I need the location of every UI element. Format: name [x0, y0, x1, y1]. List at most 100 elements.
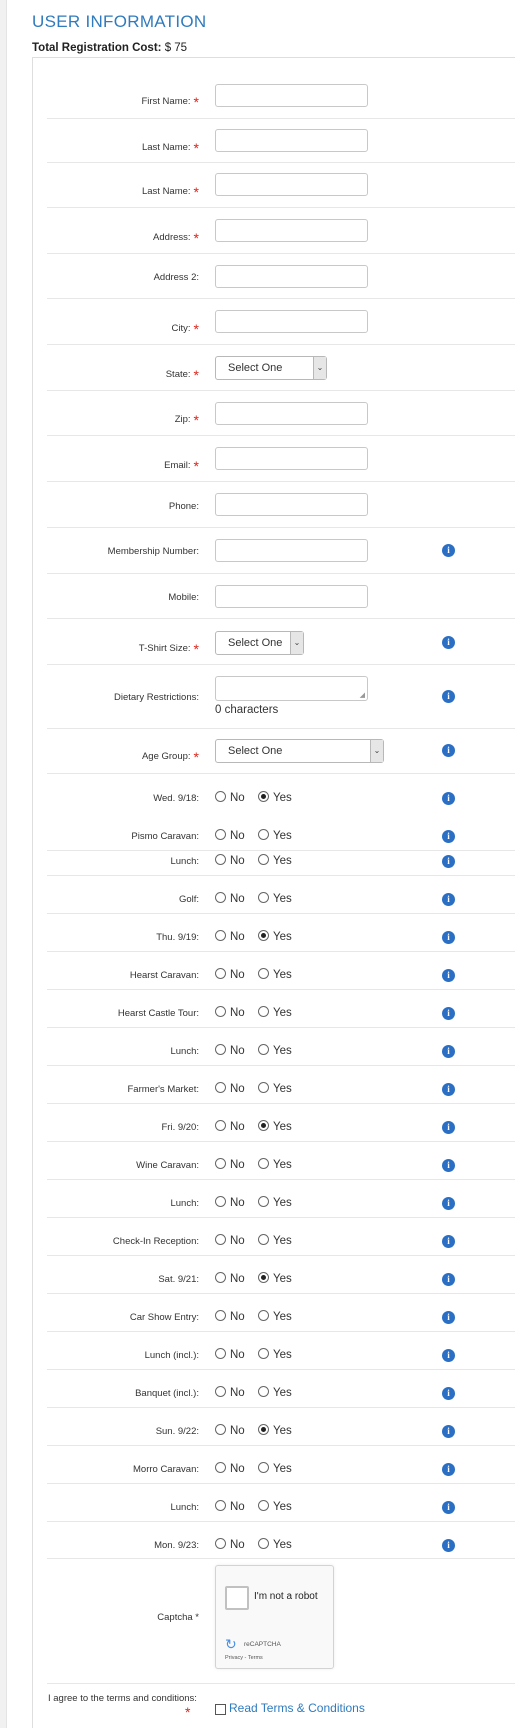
radio-circle-icon[interactable]: [215, 968, 226, 979]
dietary-textarea[interactable]: ◢: [215, 676, 368, 701]
radio-yes[interactable]: Yes: [258, 1158, 292, 1171]
radio-circle-icon[interactable]: [215, 1006, 226, 1017]
radio-no[interactable]: No: [215, 791, 245, 804]
radio-yes[interactable]: Yes: [258, 1462, 292, 1475]
radio-yes[interactable]: Yes: [258, 1310, 292, 1323]
info-icon[interactable]: i: [442, 1425, 455, 1438]
radio-circle-icon[interactable]: [258, 854, 269, 865]
radio-no[interactable]: No: [215, 1006, 245, 1019]
radio-circle-icon[interactable]: [215, 1120, 226, 1131]
radio-yes[interactable]: Yes: [258, 1538, 292, 1551]
radio-yes[interactable]: Yes: [258, 1006, 292, 1019]
radio-circle-icon[interactable]: [258, 1006, 269, 1017]
radio-circle-icon[interactable]: [215, 1158, 226, 1169]
address2-input[interactable]: [215, 265, 368, 288]
radio-circle-icon[interactable]: [215, 1082, 226, 1093]
radio-yes[interactable]: Yes: [258, 1348, 292, 1361]
radio-yes[interactable]: Yes: [258, 854, 292, 867]
radio-circle-icon[interactable]: [215, 1424, 226, 1435]
radio-circle-icon[interactable]: [258, 1386, 269, 1397]
radio-yes[interactable]: Yes: [258, 791, 292, 804]
info-icon[interactable]: i: [442, 1121, 455, 1134]
state-select[interactable]: Select One ⌄: [215, 356, 327, 380]
info-icon[interactable]: i: [442, 690, 455, 703]
radio-no[interactable]: No: [215, 968, 245, 981]
info-icon[interactable]: i: [442, 1273, 455, 1286]
radio-circle-icon[interactable]: [258, 1500, 269, 1511]
radio-no[interactable]: No: [215, 892, 245, 905]
radio-circle-icon[interactable]: [215, 791, 226, 802]
radio-no[interactable]: No: [215, 1348, 245, 1361]
radio-no[interactable]: No: [215, 829, 245, 842]
radio-yes[interactable]: Yes: [258, 1386, 292, 1399]
membership-input[interactable]: [215, 539, 368, 562]
terms-link[interactable]: Read Terms & Conditions: [229, 1701, 365, 1715]
radio-circle-icon[interactable]: [215, 1310, 226, 1321]
info-icon[interactable]: i: [442, 931, 455, 944]
info-icon[interactable]: i: [442, 792, 455, 805]
radio-circle-icon[interactable]: [258, 1196, 269, 1207]
info-icon[interactable]: i: [442, 1349, 455, 1362]
radio-circle-icon[interactable]: [215, 854, 226, 865]
info-icon[interactable]: i: [442, 636, 455, 649]
radio-no[interactable]: No: [215, 1234, 245, 1247]
info-icon[interactable]: i: [442, 830, 455, 843]
recaptcha-links[interactable]: Privacy - Terms: [225, 1655, 263, 1661]
info-icon[interactable]: i: [442, 855, 455, 868]
radio-circle-icon[interactable]: [215, 1272, 226, 1283]
radio-no[interactable]: No: [215, 1082, 245, 1095]
radio-circle-icon[interactable]: [215, 1196, 226, 1207]
radio-circle-icon[interactable]: [258, 892, 269, 903]
info-icon[interactable]: i: [442, 1463, 455, 1476]
mobile-input[interactable]: [215, 585, 368, 608]
radio-yes[interactable]: Yes: [258, 1196, 292, 1209]
last-name-2-input[interactable]: [215, 173, 368, 196]
radio-circle-icon[interactable]: [258, 1120, 269, 1131]
info-icon[interactable]: i: [442, 893, 455, 906]
info-icon[interactable]: i: [442, 1007, 455, 1020]
radio-circle-icon[interactable]: [215, 930, 226, 941]
radio-circle-icon[interactable]: [258, 1462, 269, 1473]
radio-no[interactable]: No: [215, 1158, 245, 1171]
radio-no[interactable]: No: [215, 1196, 245, 1209]
phone-input[interactable]: [215, 493, 368, 516]
radio-no[interactable]: No: [215, 1462, 245, 1475]
radio-yes[interactable]: Yes: [258, 1082, 292, 1095]
info-icon[interactable]: i: [442, 1083, 455, 1096]
radio-no[interactable]: No: [215, 1500, 245, 1513]
radio-circle-icon[interactable]: [215, 829, 226, 840]
radio-yes[interactable]: Yes: [258, 930, 292, 943]
radio-no[interactable]: No: [215, 1120, 245, 1133]
radio-no[interactable]: No: [215, 1272, 245, 1285]
radio-yes[interactable]: Yes: [258, 1234, 292, 1247]
radio-no[interactable]: No: [215, 1044, 245, 1057]
radio-circle-icon[interactable]: [215, 1500, 226, 1511]
terms-checkbox[interactable]: [215, 1704, 226, 1715]
recaptcha-checkbox[interactable]: [225, 1586, 249, 1610]
resize-grip-icon[interactable]: ◢: [360, 691, 365, 699]
radio-yes[interactable]: Yes: [258, 1272, 292, 1285]
radio-circle-icon[interactable]: [215, 1234, 226, 1245]
radio-circle-icon[interactable]: [258, 968, 269, 979]
radio-circle-icon[interactable]: [258, 1348, 269, 1359]
radio-circle-icon[interactable]: [258, 791, 269, 802]
zip-input[interactable]: [215, 402, 368, 425]
radio-circle-icon[interactable]: [215, 1386, 226, 1397]
radio-circle-icon[interactable]: [258, 829, 269, 840]
info-icon[interactable]: i: [442, 1539, 455, 1552]
radio-no[interactable]: No: [215, 854, 245, 867]
last-name-input[interactable]: [215, 129, 368, 152]
radio-circle-icon[interactable]: [258, 1424, 269, 1435]
radio-yes[interactable]: Yes: [258, 1120, 292, 1133]
radio-no[interactable]: No: [215, 1386, 245, 1399]
email-input[interactable]: [215, 447, 368, 470]
radio-yes[interactable]: Yes: [258, 1044, 292, 1057]
info-icon[interactable]: i: [442, 1159, 455, 1172]
radio-circle-icon[interactable]: [258, 1158, 269, 1169]
radio-yes[interactable]: Yes: [258, 968, 292, 981]
radio-circle-icon[interactable]: [258, 1234, 269, 1245]
radio-circle-icon[interactable]: [258, 1538, 269, 1549]
age-group-select[interactable]: Select One ⌄: [215, 739, 384, 763]
info-icon[interactable]: i: [442, 1235, 455, 1248]
radio-yes[interactable]: Yes: [258, 1424, 292, 1437]
